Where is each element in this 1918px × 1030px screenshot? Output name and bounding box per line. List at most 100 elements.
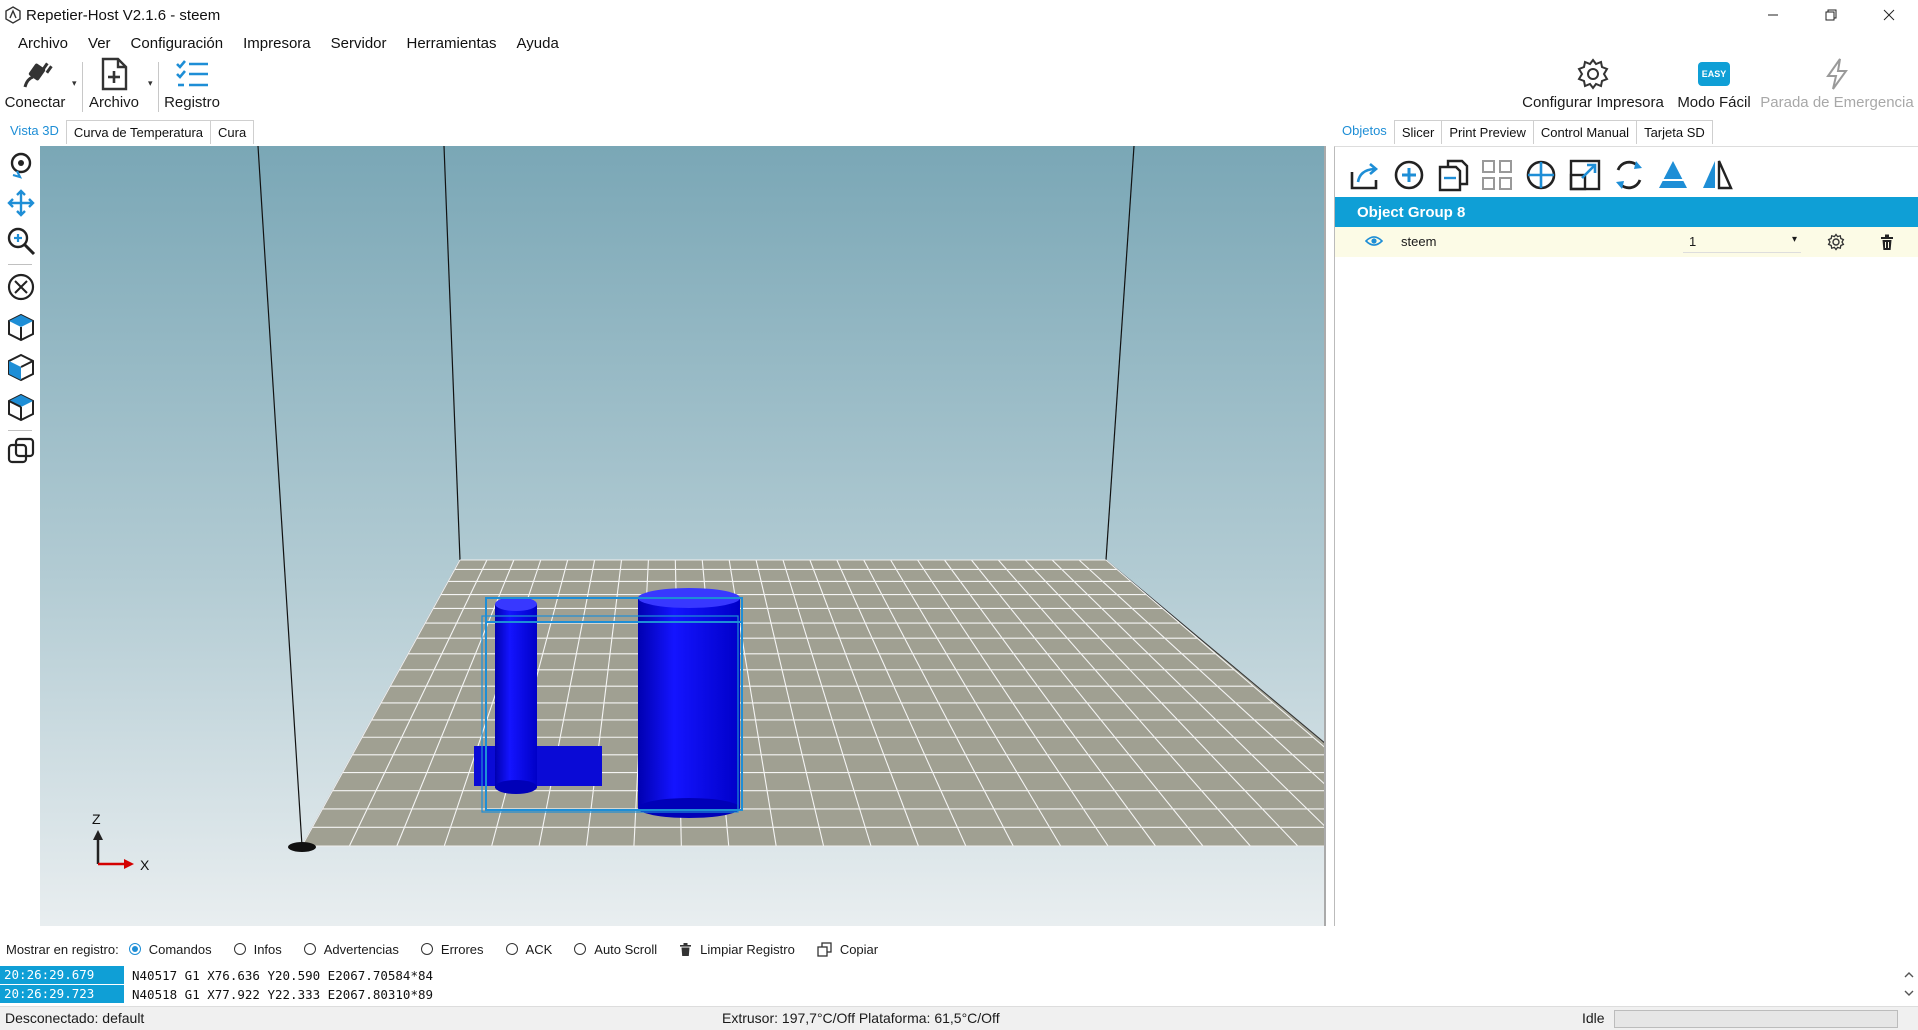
chevron-down-icon: ▾ — [1791, 234, 1797, 245]
tab-curva-temperatura[interactable]: Curva de Temperatura — [65, 120, 212, 144]
object-copies-value: 1 — [1689, 234, 1697, 249]
lightning-icon — [1826, 58, 1848, 90]
menu-ayuda[interactable]: Ayuda — [507, 35, 569, 52]
emergency-stop-label: Parada de Emergencia — [1760, 94, 1914, 111]
add-object-button[interactable] — [1387, 153, 1431, 197]
log-option-commands[interactable]: Comandos — [128, 941, 212, 957]
scale-object-button[interactable] — [1563, 153, 1607, 197]
object-group-header[interactable]: Object Group 8 — [1335, 197, 1918, 227]
object-list-item[interactable]: steem 1 ▾ — [1335, 227, 1918, 257]
tab-objetos[interactable]: Objetos — [1334, 117, 1395, 144]
object-name: steem — [1401, 234, 1437, 249]
menu-configuracion[interactable]: Configuración — [121, 35, 234, 52]
tab-control-manual[interactable]: Control Manual — [1532, 120, 1638, 144]
zoom-view-button[interactable] — [4, 224, 38, 258]
restore-button[interactable] — [1802, 0, 1860, 30]
emergency-stop-button[interactable]: Parada de Emergencia — [1760, 56, 1914, 116]
menu-archivo[interactable]: Archivo — [8, 35, 78, 52]
log-option-ack[interactable]: ACK — [505, 942, 552, 957]
eye-icon[interactable] — [1365, 234, 1383, 248]
copy-icon — [1438, 159, 1469, 192]
object-copies-select[interactable]: 1 ▾ — [1683, 231, 1801, 253]
zoom-icon — [7, 227, 36, 256]
toolbar-separator — [158, 62, 159, 112]
mirror-object-button[interactable] — [1695, 153, 1739, 197]
log-option-warnings[interactable]: Advertencias — [303, 941, 399, 957]
log-line[interactable]: 20:26:29.679 N40517 G1 X76.636 Y20.590 E… — [0, 966, 1900, 984]
scroll-down-icon[interactable] — [1900, 984, 1918, 1002]
radio-infos[interactable] — [233, 943, 246, 955]
connect-dropdown-arrow-icon[interactable]: ▾ — [72, 78, 77, 89]
add-file-icon — [101, 57, 128, 91]
log-filter-bar: Mostrar en registro: Comandos Infos Adve… — [0, 936, 1918, 962]
front-view-button[interactable] — [4, 350, 38, 384]
log-option-errors-label: Errores — [440, 941, 484, 957]
menu-ver[interactable]: Ver — [78, 35, 121, 52]
radio-errors[interactable] — [420, 943, 433, 955]
copy-object-button[interactable] — [1431, 153, 1475, 197]
tab-cura[interactable]: Cura — [210, 120, 255, 144]
radio-autoscroll[interactable] — [574, 943, 587, 955]
export-object-button[interactable] — [1343, 153, 1387, 197]
crosshair-icon — [1526, 160, 1556, 190]
log-list[interactable]: 20:26:29.679 N40517 G1 X76.636 Y20.590 E… — [0, 964, 1918, 1004]
rotate-view-button[interactable] — [4, 148, 38, 182]
menu-servidor[interactable]: Servidor — [321, 35, 397, 52]
objects-toolbar — [1343, 153, 1739, 197]
export-icon — [1350, 163, 1379, 190]
view-tools — [0, 146, 40, 926]
object-group-name: Object Group 8 — [1357, 203, 1466, 221]
fit-view-button[interactable] — [4, 270, 38, 304]
3d-viewport[interactable]: Z X — [40, 146, 1326, 926]
log-scrollbar[interactable] — [1900, 964, 1918, 1004]
clear-log-button[interactable]: Limpiar Registro — [679, 942, 795, 957]
close-button[interactable] — [1860, 0, 1918, 30]
log-line[interactable]: 20:26:29.723 N40518 G1 X77.922 Y22.333 E… — [0, 985, 1900, 1003]
radio-commands[interactable] — [128, 943, 141, 955]
file-button[interactable]: Archivo — [86, 56, 142, 116]
radio-ack[interactable] — [505, 943, 518, 955]
file-dropdown-arrow-icon[interactable]: ▾ — [148, 78, 153, 89]
tab-print-preview[interactable]: Print Preview — [1441, 120, 1534, 144]
autoposition-button[interactable] — [1475, 153, 1519, 197]
rotate-view-icon — [10, 152, 32, 179]
tool-separator — [8, 264, 32, 265]
log-option-commands-label: Comandos — [148, 941, 212, 957]
object-settings-gear-icon[interactable] — [1827, 233, 1845, 251]
tab-vista-3d[interactable]: Vista 3D — [2, 117, 67, 144]
tab-slicer[interactable]: Slicer — [1393, 120, 1443, 144]
log-option-autoscroll[interactable]: Auto Scroll — [574, 942, 657, 957]
menu-impresora[interactable]: Impresora — [233, 35, 321, 52]
log-option-errors[interactable]: Errores — [420, 941, 484, 957]
tab-tarjeta-sd[interactable]: Tarjeta SD — [1636, 120, 1713, 144]
plug-icon — [23, 62, 53, 88]
copy-icon — [817, 941, 832, 957]
printer-config-label: Configurar Impresora — [1522, 94, 1664, 111]
move-view-button[interactable] — [4, 186, 38, 220]
log-option-warnings-label: Advertencias — [323, 941, 399, 957]
top-view-button[interactable] — [4, 390, 38, 424]
parallel-projection-button[interactable] — [4, 434, 38, 468]
radio-warnings[interactable] — [303, 943, 316, 955]
log-button[interactable]: Registro — [162, 56, 222, 116]
rotate-object-button[interactable] — [1607, 153, 1651, 197]
log-message: N40518 G1 X77.922 Y22.333 E2067.80310*89 — [132, 986, 434, 1002]
trash-icon[interactable] — [1879, 233, 1895, 251]
log-filter-label: Mostrar en registro: — [6, 941, 119, 957]
log-timestamp: 20:26:29.679 — [0, 966, 124, 984]
scale-icon — [1569, 159, 1601, 191]
log-option-infos[interactable]: Infos — [233, 942, 282, 957]
easy-mode-button[interactable]: EASY Modo Fácil — [1672, 56, 1756, 116]
connect-button[interactable]: Conectar — [4, 56, 66, 116]
copy-log-button[interactable]: Copiar — [817, 942, 878, 957]
cut-object-button[interactable] — [1651, 153, 1695, 197]
scroll-up-icon[interactable] — [1900, 966, 1918, 984]
add-circle-icon — [1394, 160, 1424, 190]
checklist-icon — [176, 60, 208, 87]
menu-herramientas[interactable]: Herramientas — [397, 35, 507, 52]
printer-config-button[interactable]: Configurar Impresora — [1522, 56, 1664, 116]
center-object-button[interactable] — [1519, 153, 1563, 197]
minimize-button[interactable] — [1744, 0, 1802, 30]
iso-view-button[interactable] — [4, 310, 38, 344]
menu-bar: Archivo Ver Configuración Impresora Serv… — [0, 30, 1918, 56]
